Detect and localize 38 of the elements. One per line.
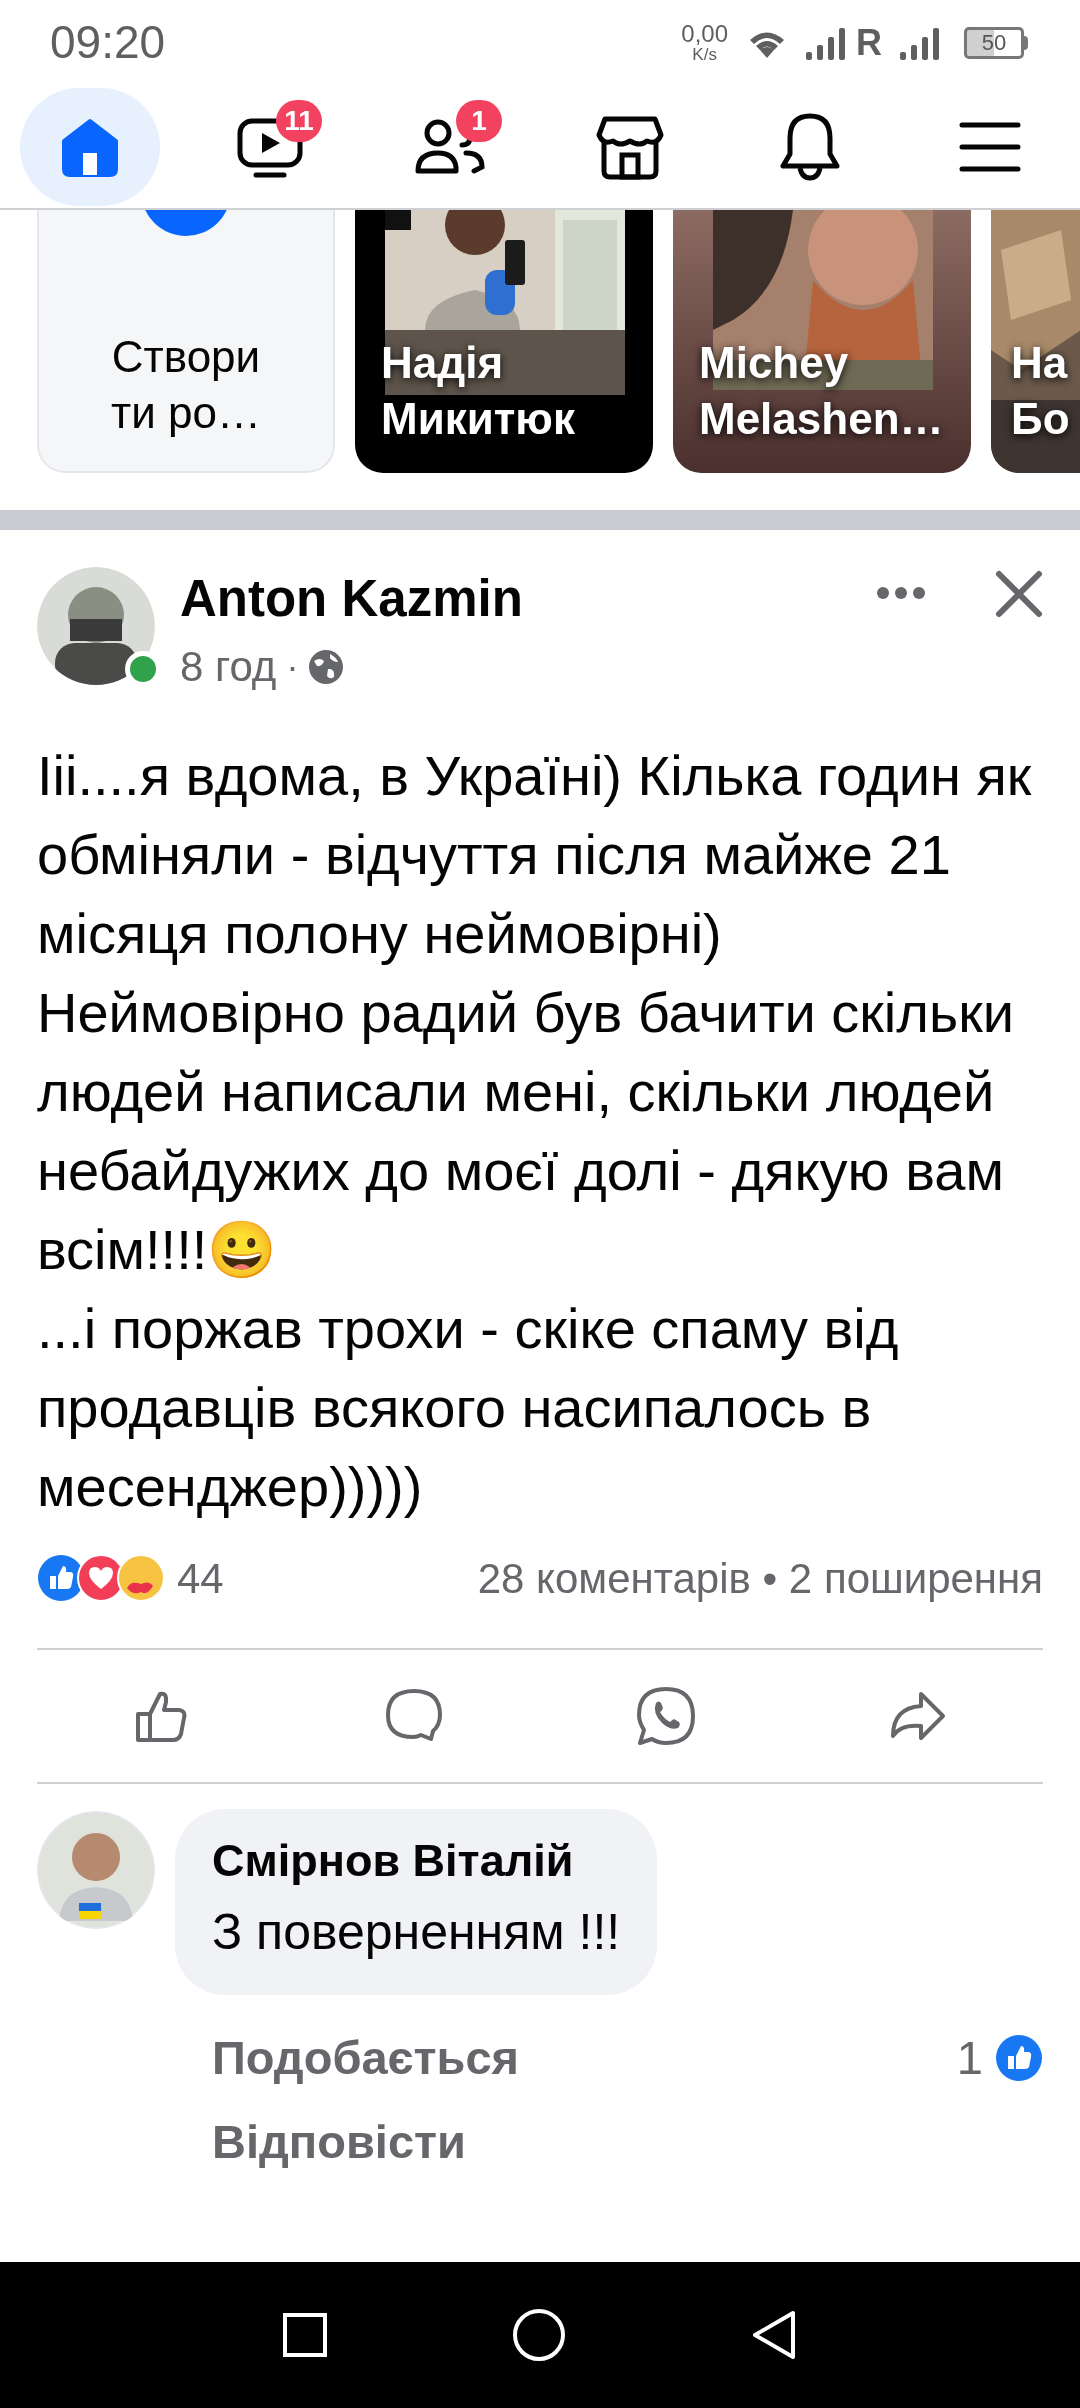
recent-apps-button[interactable]: [281, 2311, 329, 2359]
bell-icon: [778, 111, 842, 182]
story-card[interactable]: Michey Melashen…: [673, 210, 971, 473]
comment-text: З поверненням !!!: [212, 1903, 621, 1962]
avatar[interactable]: [37, 567, 155, 685]
notification-badge: 11: [276, 99, 322, 142]
like-icon: [995, 2034, 1043, 2083]
create-story-label: Створи ти ро…: [111, 331, 261, 439]
separator: ·: [286, 644, 299, 689]
network-letter: R: [856, 20, 882, 65]
story-card[interactable]: Надія Микитюк: [355, 210, 653, 473]
home-button[interactable]: [511, 2307, 567, 2363]
status-time: 09:20: [50, 15, 166, 70]
comment-author[interactable]: Смірнов Віталій: [212, 1831, 621, 1891]
video-tab[interactable]: 11: [200, 87, 340, 206]
battery-indicator: 50: [964, 26, 1028, 59]
notification-badge: 1: [456, 99, 502, 142]
like-comment-link[interactable]: Подобається: [212, 2028, 519, 2089]
post-text: Ііі....я вдома, в Україні) Кілька годин як обміняли - відчуття після майже 21 місяця полону неймовірні) Неймовірно радий був бачити скільки людей написали мені, скільки людей небайдужих до моєї долі - дякую вам всім!!!!😀 ...і поржав трохи - скіке спаму від продавців всякого насипалось в месенджер))))): [36, 743, 1033, 1520]
story-name: Michey Melashen…: [699, 337, 945, 445]
reaction-icons[interactable]: [37, 1554, 165, 1602]
close-button[interactable]: [995, 570, 1043, 618]
globe-icon: [308, 648, 345, 685]
reaction-count[interactable]: 44: [177, 1546, 224, 1610]
story-name: Надія Микитюк: [381, 337, 576, 445]
story-name: На Бо: [1011, 337, 1071, 445]
network-speed: 0,00 K/s: [681, 22, 728, 63]
whatsapp-button[interactable]: [634, 1685, 697, 1747]
post-stats[interactable]: 28 коментарів • 2 поширення: [477, 1546, 1043, 1610]
comment-like-count: 1: [956, 2030, 983, 2086]
friends-tab[interactable]: 1: [380, 87, 520, 206]
more-options-button[interactable]: [877, 587, 925, 599]
reply-link[interactable]: Відповісти: [212, 2111, 466, 2172]
signal-icon: [900, 25, 940, 60]
story-card[interactable]: На Бо: [991, 210, 1080, 473]
author-name[interactable]: Anton Kazmin: [180, 569, 877, 629]
post-time: 8 год: [180, 642, 277, 692]
create-story-card[interactable]: Створи ти ро…: [37, 210, 335, 473]
